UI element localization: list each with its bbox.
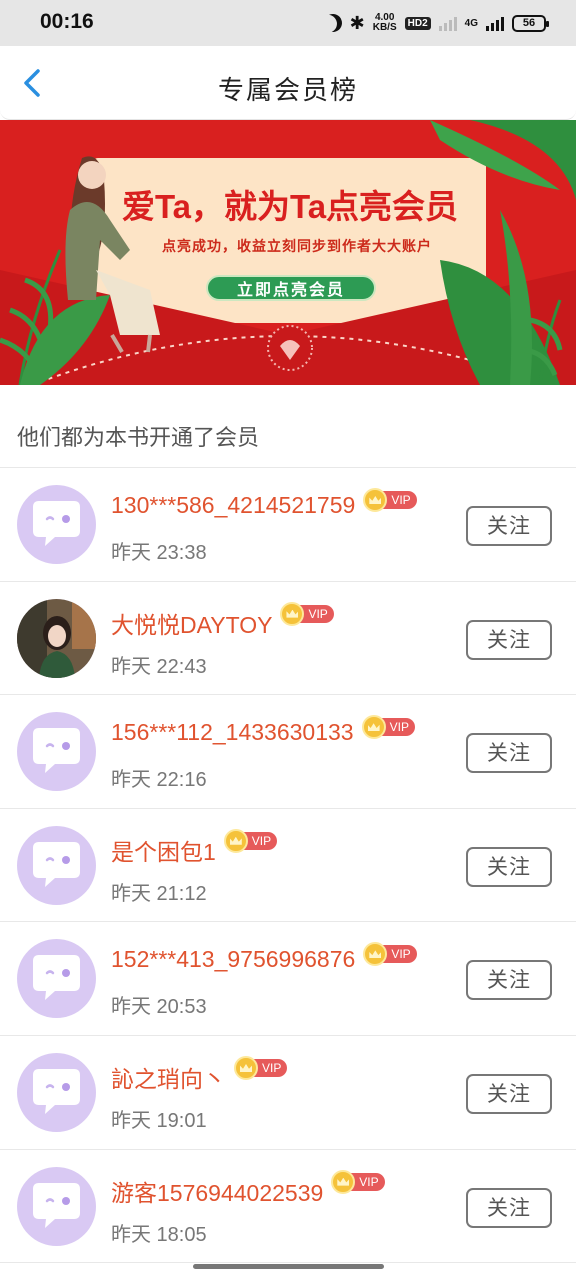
crown-icon [361,715,386,740]
user-photo [17,598,96,678]
member-name: 是个困包1 [111,838,216,865]
member-name-line: 游客1576944022539 VIP [111,1169,385,1208]
follow-button[interactable]: 关注 [466,1187,552,1228]
avatar[interactable] [17,939,96,1019]
avatar[interactable] [17,598,96,678]
banner-subtitle: 点亮成功，收益立刻同步到作者大大账户 [162,239,432,255]
promo-banner[interactable]: 爱Ta，就为Ta点亮会员 点亮成功，收益立刻同步到作者大大账户 立即点亮会员 [0,120,576,385]
vip-badge: VIP [361,715,415,740]
network-type: 4G [464,17,478,29]
chat-bubble-icon [33,728,80,774]
status-time: 00:16 [40,10,94,33]
avatar[interactable] [17,1166,96,1246]
member-name: 訫之琑向丶 [111,1065,226,1092]
crown-icon [223,828,248,853]
member-name: 大悦悦DAYTOY [111,611,273,638]
light-up-membership-button[interactable]: 立即点亮会员 [206,275,376,301]
follow-button[interactable]: 关注 [466,506,552,546]
crown-icon [234,1055,258,1080]
member-name-line: 152***413_9756996876 VIP [111,942,417,973]
vip-badge: VIP [234,1055,288,1080]
member-row[interactable]: 訫之琑向丶 VIP 昨天 19:01 关注 [0,1036,576,1150]
signal-weak-icon [438,15,457,31]
chat-bubble-icon [33,501,80,546]
member-list: 130***586_4214521759 VIP 昨天 23:38 关注 大悦悦DAYT… [0,468,576,1264]
chat-bubble-icon [33,1182,80,1228]
chat-bubble-icon [33,955,80,1001]
member-row[interactable]: 156***112_1433630133 VIP 昨天 22:16 关注 [0,695,576,809]
member-time: 昨天 22:16 [111,769,207,792]
member-name: 130***586_4214521759 [111,492,356,518]
do-not-disturb-icon [321,11,344,34]
member-name-line: 是个困包1 VIP [111,828,278,867]
member-row[interactable]: 游客1576944022539 VIP 昨天 18:05 关注 [0,1150,576,1264]
member-name-line: 大悦悦DAYTOY VIP [111,601,334,640]
member-time: 昨天 23:38 [111,542,207,564]
member-name-line: 130***586_4214521759 VIP [111,488,417,519]
navigation-bar: 专属会员榜 [0,46,576,120]
member-time: 昨天 21:12 [111,882,207,905]
member-time: 昨天 22:43 [111,655,207,678]
banner-headline: 爱Ta，就为Ta点亮会员 [121,188,459,225]
hd-voice-badge: HD2 [404,16,431,30]
signal-strong-icon [486,15,504,31]
status-bar: 00:16 ✱ 4.00 KB/S HD2 4G 56 [0,0,576,46]
crown-icon [331,1169,356,1194]
member-row[interactable]: 152***413_9756996876 VIP 昨天 20:53 关注 [0,922,576,1036]
battery-icon: 56 [512,14,549,32]
member-time: 昨天 20:53 [111,996,207,1019]
page-title: 专属会员榜 [217,76,358,106]
vip-badge: VIP [280,601,334,626]
follow-button[interactable]: 关注 [466,960,552,1001]
section-title: 他们都为本书开通了会员 [17,426,260,451]
member-row[interactable]: 大悦悦DAYTOY VIP 昨天 22:43 关注 [0,582,576,696]
crown-icon [280,601,305,626]
member-row[interactable]: 是个困包1 VIP 昨天 21:12 关注 [0,809,576,923]
vip-badge: VIP [223,828,278,853]
avatar[interactable] [17,712,96,792]
follow-button[interactable]: 关注 [466,846,552,887]
avatar[interactable] [17,1052,96,1132]
network-speed: 4.00 KB/S [372,12,397,33]
member-time: 昨天 18:05 [111,1223,207,1246]
member-name: 游客1576944022539 [111,1179,324,1206]
member-name: 156***112_1433630133 [111,719,354,746]
member-name: 152***413_9756996876 [111,946,356,973]
follow-button[interactable]: 关注 [466,733,552,774]
home-indicator[interactable] [193,1264,384,1269]
chat-bubble-icon [33,1068,80,1114]
member-time: 昨天 19:01 [111,1109,207,1132]
bluetooth-icon: ✱ [349,12,365,33]
member-name-line: 156***112_1433630133 VIP [111,715,415,746]
follow-button[interactable]: 关注 [466,619,552,660]
member-name-line: 訫之琑向丶 VIP [111,1055,288,1094]
member-row[interactable]: 130***586_4214521759 VIP 昨天 23:38 关注 [0,468,576,582]
avatar[interactable] [17,485,96,564]
chat-bubble-icon [33,841,80,887]
vip-badge: VIP [331,1169,385,1194]
avatar[interactable] [17,825,96,905]
status-icons: ✱ 4.00 KB/S HD2 4G 56 [321,8,549,38]
follow-button[interactable]: 关注 [466,1073,552,1114]
vip-badge: VIP [363,488,417,512]
vip-badge: VIP [363,942,417,967]
